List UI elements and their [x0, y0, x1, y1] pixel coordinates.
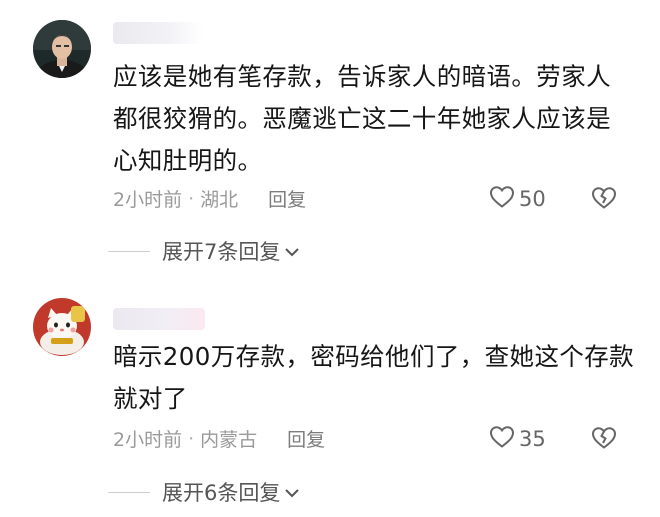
avatar[interactable] [33, 298, 91, 356]
reply-button[interactable]: 回复 [287, 425, 325, 452]
expand-replies-button[interactable]: 展开7条回复 [108, 236, 300, 266]
broken-heart-icon [591, 427, 617, 454]
meta-separator: · [188, 427, 195, 450]
comment-item: 应该是她有笔存款，告诉家人的暗语。劳家人都很狡猾的。恶魔逃亡这二十年她家人应该是… [0, 0, 660, 275]
expand-replies-label: 展开7条回复 [162, 240, 281, 264]
comment-time: 2小时前 [113, 429, 183, 451]
avatar[interactable] [33, 20, 91, 78]
dislike-button[interactable] [591, 426, 617, 454]
comment-location: 内蒙古 [200, 429, 258, 451]
comment-meta: 2小时前 · 内蒙古 回复 [113, 425, 325, 452]
comment-text: 应该是她有笔存款，告诉家人的暗语。劳家人都很狡猾的。恶魔逃亡这二十年她家人应该是… [113, 62, 611, 175]
divider-line [108, 250, 150, 252]
expand-replies-label: 展开6条回复 [162, 481, 281, 505]
meta-separator: · [188, 187, 195, 210]
chevron-down-icon [284, 239, 300, 263]
like-count: 50 [519, 187, 546, 211]
broken-heart-icon [591, 187, 617, 214]
comment-location: 湖北 [200, 189, 239, 211]
heart-outline-icon [489, 425, 515, 453]
like-button[interactable]: 50 [489, 185, 546, 213]
chevron-down-icon [284, 480, 300, 504]
comment-text: 暗示200万存款，密码给他们了，查她这个存款就对了 [113, 342, 635, 413]
username[interactable] [113, 308, 205, 330]
dislike-button[interactable] [591, 186, 617, 214]
divider-line [108, 491, 150, 493]
reply-button[interactable]: 回复 [268, 185, 306, 212]
comment-time: 2小时前 [113, 189, 183, 211]
expand-replies-button[interactable]: 展开6条回复 [108, 477, 300, 507]
like-count: 35 [519, 427, 546, 451]
comment-meta: 2小时前 · 湖北 回复 [113, 185, 306, 212]
username[interactable] [113, 22, 203, 44]
heart-outline-icon [489, 185, 515, 213]
like-button[interactable]: 35 [489, 425, 546, 453]
